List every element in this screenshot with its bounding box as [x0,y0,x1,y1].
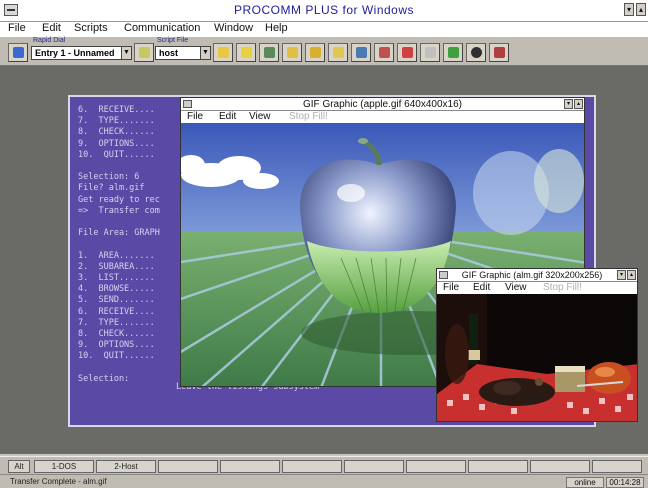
terminal-line: 4. BROWSE..... [78,284,155,295]
terminal-line: 8. CHECK...... [78,329,155,340]
maximize-icon[interactable]: ▴ [574,99,583,109]
terminal-line: 3. LIST....... [78,273,155,284]
gif-menu-view[interactable]: View [249,111,271,123]
menu-help[interactable]: Help [265,22,288,34]
elapsed-time: 00:14:28 [606,477,644,488]
meta-keys-icon[interactable] [489,43,509,62]
status-message: Transfer Complete - alm.gif [10,477,107,486]
script-file-select[interactable]: host [155,46,201,60]
menu-window[interactable]: Window [214,22,253,34]
gif-window-apple-title: GIF Graphic (apple.gif 640x400x16) [303,99,462,110]
menu-edit[interactable]: Edit [42,22,61,34]
fkey-10[interactable] [592,460,642,473]
terminal-line: Selection: [78,373,130,384]
function-key-bar: Alt 1-DOS 2-Host [0,456,648,474]
terminal-line: 9. OPTIONS.... [78,340,155,351]
terminal-line: File Area: GRAPH [78,228,160,239]
send-file-icon[interactable] [236,43,256,62]
terminal-line: 10. QUIT...... [78,351,155,362]
menu-communication[interactable]: Communication [124,22,200,34]
gif-menu-file[interactable]: File [187,111,203,123]
fkey-2-host[interactable]: 2-Host [96,460,156,473]
clipboard-icon[interactable] [397,43,417,62]
connection-status: online [566,477,604,488]
minimize-icon[interactable]: ▾ [624,3,634,16]
fkey-3[interactable] [158,460,218,473]
dialing-directory-icon[interactable] [8,43,28,62]
toolbar: Rapid Dial Entry 1 - Unnamed ▼ Script Fi… [0,36,648,66]
script-icon[interactable] [134,43,154,62]
gif-menu-view[interactable]: View [505,282,527,294]
folder-icon[interactable] [305,43,325,62]
menu-file[interactable]: File [8,22,26,34]
fkey-1-dos[interactable]: 1-DOS [34,460,94,473]
gif-menu-edit[interactable]: Edit [473,282,490,294]
gif-window-alm[interactable]: GIF Graphic (alm.gif 320x200x256) ▾ ▴ Fi… [436,268,638,422]
terminal-line: 1. AREA....... [78,250,155,261]
terminal-line: File? alm.gif [78,183,145,194]
gif-window-alm-titlebar[interactable]: GIF Graphic (alm.gif 320x200x256) ▾ ▴ [437,269,637,282]
terminal-line: 8. CHECK...... [78,127,155,138]
maximize-icon[interactable]: ▴ [636,3,646,16]
menubar: File Edit Scripts Communication Window H… [0,22,648,36]
minimize-icon[interactable]: ▾ [564,99,573,109]
still-life-image [437,294,637,421]
fkey-alt[interactable]: Alt [8,460,30,473]
rapid-dial-label: Rapid Dial [33,37,66,44]
terminal-line: 7. TYPE....... [78,317,155,328]
gif-menu-stop-fill[interactable]: Stop Fill! [543,282,582,294]
terminal-line: 5. SEND....... [78,295,155,306]
script-file-label: Script File [157,37,189,44]
terminal-line: 7. TYPE....... [78,116,155,127]
fkey-5[interactable] [282,460,342,473]
terminal-line: Selection: 6 [78,172,140,183]
gif-window-alm-title: GIF Graphic (alm.gif 320x200x256) [461,270,603,280]
phone-icon[interactable] [420,43,440,62]
status-bar: Transfer Complete - alm.gif online 00:14… [0,474,648,488]
chat-icon[interactable] [443,43,463,62]
gif-window-alm-menubar: File Edit View Stop Fill! [437,282,637,294]
terminal-line: 9. OPTIONS.... [78,138,155,149]
hangup-icon[interactable] [466,43,486,62]
menu-scripts[interactable]: Scripts [74,22,108,34]
run-icon[interactable] [213,43,233,62]
terminal-line: 2. SUBAREA.... [78,261,155,272]
fkey-6[interactable] [344,460,404,473]
gif-menu-file[interactable]: File [443,282,459,294]
rapid-dial-chevron-down-icon[interactable]: ▼ [121,46,132,60]
fkey-4[interactable] [220,460,280,473]
rapid-dial-select[interactable]: Entry 1 - Unnamed [31,46,122,60]
fkey-7[interactable] [406,460,466,473]
gif-window-apple-titlebar[interactable]: GIF Graphic (apple.gif 640x400x16) ▾ ▴ [181,98,584,111]
gif-menu-stop-fill[interactable]: Stop Fill! [289,111,328,123]
maximize-icon[interactable]: ▴ [627,270,636,280]
terminal-line: 6. RECEIVE.... [78,306,155,317]
printer-icon[interactable] [374,43,394,62]
script-file-chevron-down-icon[interactable]: ▼ [200,46,211,60]
minimize-icon[interactable]: ▾ [617,270,626,280]
capture-icon[interactable] [282,43,302,62]
receive-file-icon[interactable] [259,43,279,62]
fkey-9[interactable] [530,460,590,473]
app-title: PROCOMM PLUS for Windows [233,3,415,17]
terminal-line: 6. RECEIVE.... [78,105,155,115]
app-title-bar: PROCOMM PLUS for Windows ▾ ▴ [0,0,648,22]
fkey-8[interactable] [468,460,528,473]
terminal-line: => Transfer com [78,205,160,216]
gif-window-apple-menubar: File Edit View Stop Fill! [181,111,584,123]
terminal-output: 6. RECEIVE.... 7. TYPE....... 8. CHECK....… [78,105,160,385]
terminal-line: Get ready to rec [78,194,160,205]
log-icon[interactable] [328,43,348,62]
gif-menu-edit[interactable]: Edit [219,111,236,123]
terminal-line: 10. QUIT...... [78,149,155,160]
setup-icon[interactable] [351,43,371,62]
